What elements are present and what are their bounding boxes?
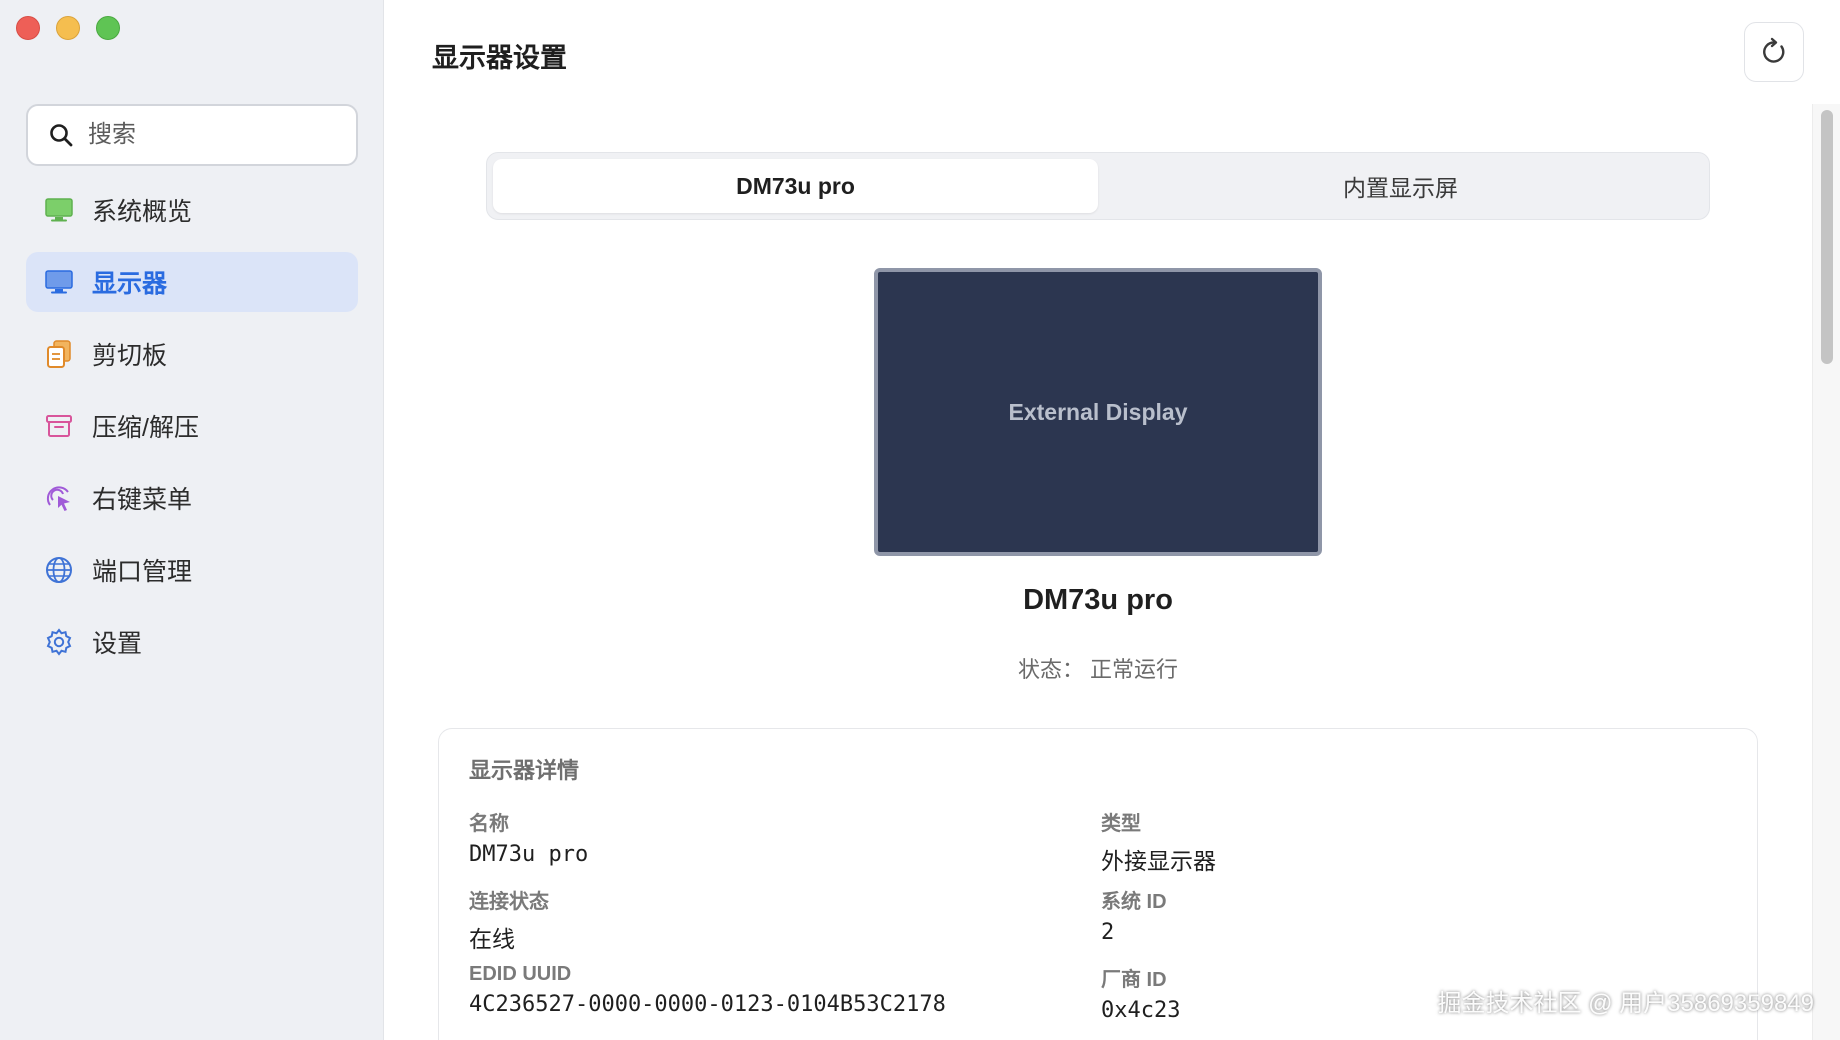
sidebar-item-ports[interactable]: 端口管理 — [26, 540, 358, 600]
sidebar-item-display[interactable]: 显示器 — [26, 252, 358, 312]
app-window: 系统概览 显示器 — [0, 0, 1840, 1040]
close-window-button[interactable] — [16, 16, 40, 40]
sidebar-item-context-menu[interactable]: 右键菜单 — [26, 468, 358, 528]
field-value: 0x4c23 — [1101, 998, 1181, 1023]
gear-icon — [42, 625, 76, 659]
clipboard-icon — [42, 337, 76, 371]
field-system-id: 系统 ID 2 — [1101, 885, 1167, 945]
display-status: 状态： 正常运行 — [1017, 657, 1179, 682]
sidebar-item-label: 端口管理 — [92, 558, 193, 586]
field-value: 外接显示器 — [1101, 848, 1216, 874]
field-label: EDID UUID — [469, 963, 572, 985]
scrollbar[interactable] — [1812, 104, 1840, 1040]
display-name: DM73u pro — [1023, 584, 1173, 616]
sidebar-item-archive[interactable]: 压缩/解压 — [26, 396, 358, 456]
sidebar-item-settings[interactable]: 设置 — [26, 612, 358, 672]
field-type: 类型 外接显示器 — [1101, 807, 1216, 876]
field-value: 2 — [1101, 920, 1115, 945]
field-label: 连接状态 — [469, 891, 549, 913]
field-label: 名称 — [469, 813, 509, 835]
sidebar: 系统概览 显示器 — [0, 0, 384, 1040]
watermark: 掘金技术社区 @ 用户35869359849 — [1437, 990, 1814, 1017]
sidebar-item-clipboard[interactable]: 剪切板 — [26, 324, 358, 384]
field-edid-uuid: EDID UUID 4C236527-0000-0000-0123-0104B5… — [469, 963, 946, 1017]
window-controls — [16, 16, 120, 40]
sidebar-item-label: 右键菜单 — [92, 486, 193, 514]
field-label: 系统 ID — [1101, 891, 1167, 913]
monitor-green-icon — [42, 193, 76, 227]
field-name: 名称 DM73u pro — [469, 807, 588, 867]
globe-icon — [42, 553, 76, 587]
display-tabs: DM73u pro 内置显示屏 — [486, 152, 1710, 220]
search-icon — [50, 124, 73, 147]
field-connection-status: 连接状态 在线 — [469, 885, 549, 954]
maximize-window-button[interactable] — [96, 16, 120, 40]
field-vendor-id: 厂商 ID 0x4c23 — [1101, 963, 1180, 1023]
pointer-click-icon — [42, 481, 76, 515]
sidebar-item-label: 显示器 — [92, 270, 168, 298]
sidebar-nav: 系统概览 显示器 剪切板 压缩/解压 右键菜单 端口管理 设置 — [26, 180, 358, 684]
minimize-window-button[interactable] — [56, 16, 80, 40]
field-label: 厂商 ID — [1101, 969, 1167, 991]
display-preview-label: External Display — [1008, 398, 1188, 425]
sidebar-item-label: 系统概览 — [92, 198, 193, 226]
page-title: 显示器设置 — [432, 43, 567, 73]
search-input[interactable] — [88, 121, 328, 149]
sidebar-item-label: 压缩/解压 — [92, 414, 199, 442]
search-box[interactable] — [26, 104, 358, 166]
refresh-button[interactable] — [1744, 22, 1804, 82]
archive-icon — [42, 409, 76, 443]
sidebar-item-label: 设置 — [92, 630, 143, 658]
field-value: 4C236527-0000-0000-0123-0104B53C2178 — [469, 992, 946, 1017]
main-content: 显示器设置 DM73u pro 内置显示屏 External Display D… — [384, 0, 1840, 1040]
display-preview: External Display — [874, 268, 1322, 556]
sidebar-item-label: 剪切板 — [92, 342, 168, 370]
field-value: 在线 — [469, 926, 515, 952]
tab-external-display[interactable]: DM73u pro — [493, 159, 1098, 213]
scrollbar-thumb[interactable] — [1821, 110, 1833, 364]
field-label: 类型 — [1101, 813, 1141, 835]
tab-builtin-display[interactable]: 内置显示屏 — [1098, 159, 1703, 213]
refresh-icon — [1763, 37, 1785, 63]
details-title: 显示器详情 — [469, 758, 580, 783]
sidebar-item-overview[interactable]: 系统概览 — [26, 180, 358, 240]
display-icon — [42, 265, 76, 299]
field-value: DM73u pro — [469, 842, 589, 867]
